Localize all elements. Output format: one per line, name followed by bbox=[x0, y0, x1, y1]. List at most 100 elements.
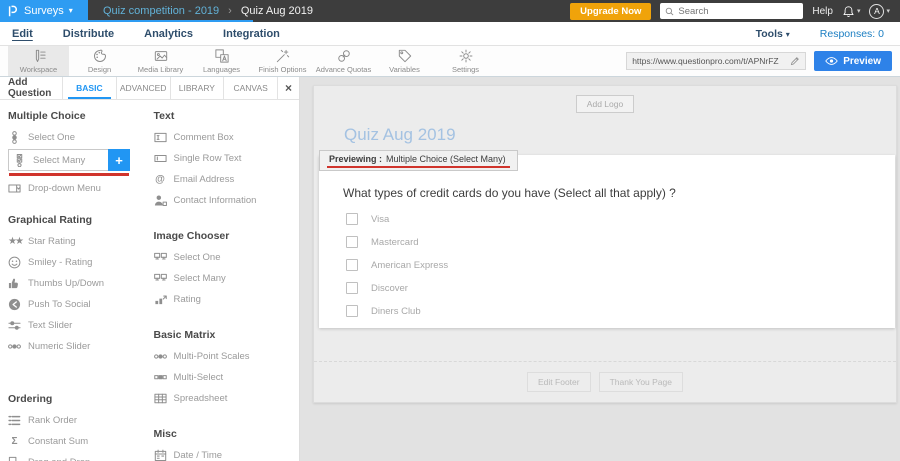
question-type-single-row-text[interactable]: Single Row Text bbox=[154, 148, 300, 169]
question-type-image-select-one[interactable]: Select One bbox=[154, 247, 300, 268]
survey-footer-zone: Edit Footer Thank You Page bbox=[314, 361, 896, 402]
tab-advanced[interactable]: ADVANCED bbox=[116, 77, 170, 99]
answer-option-label: American Express bbox=[371, 260, 448, 271]
question-type-smiley-rating[interactable]: Smiley - Rating bbox=[8, 252, 154, 273]
survey-title[interactable]: Quiz Aug 2019 bbox=[344, 125, 896, 145]
question-type-constant-sum[interactable]: Σ Constant Sum bbox=[8, 431, 154, 452]
checkbox-list-icon bbox=[13, 154, 26, 167]
edit-pencil-icon[interactable] bbox=[790, 56, 800, 66]
checkbox[interactable] bbox=[346, 213, 358, 225]
edit-footer-button[interactable]: Edit Footer bbox=[527, 372, 591, 392]
notifications-menu[interactable]: ▾ bbox=[842, 5, 861, 18]
share-url-input[interactable] bbox=[632, 56, 786, 66]
question-type-numeric-slider[interactable]: Numeric Slider bbox=[8, 336, 154, 357]
tab-library[interactable]: LIBRARY bbox=[170, 77, 224, 99]
question-type-push-to-social[interactable]: Push To Social bbox=[8, 294, 154, 315]
tools-menu[interactable]: Tools ▾ bbox=[756, 28, 790, 40]
tab-canvas[interactable]: CANVAS bbox=[223, 77, 277, 99]
breadcrumb-parent[interactable]: Quiz competition - 2019 bbox=[103, 5, 219, 17]
checkbox[interactable] bbox=[346, 259, 358, 271]
tab-edit[interactable]: Edit bbox=[12, 28, 33, 40]
section-misc: Misc Date / Time Captc bbox=[154, 428, 300, 461]
search-box[interactable] bbox=[660, 3, 803, 19]
section-header: Misc bbox=[154, 428, 300, 440]
section-basic-matrix: Basic Matrix Multi-Point Scales Multi-S bbox=[154, 329, 300, 409]
column-1: Multiple Choice Select One bbox=[8, 102, 154, 461]
answer-option-label: Discover bbox=[371, 283, 408, 294]
upgrade-now-button[interactable]: Upgrade Now bbox=[570, 3, 651, 20]
tab-basic[interactable]: BASIC bbox=[62, 77, 116, 99]
question-type-drag-and-drop[interactable]: Drag and Drop bbox=[8, 452, 154, 461]
thumbs-up-icon bbox=[8, 277, 21, 290]
multi-point-scales-icon bbox=[154, 350, 167, 363]
surveys-menu[interactable]: Surveys ▾ bbox=[0, 0, 88, 22]
column-2: Text Comment Box Single Row Text bbox=[154, 102, 300, 461]
smiley-icon bbox=[8, 256, 21, 269]
checkbox[interactable] bbox=[346, 305, 358, 317]
preview-button[interactable]: Preview bbox=[814, 51, 892, 71]
account-menu[interactable]: A ▾ bbox=[869, 4, 890, 19]
responses-count[interactable]: Responses: 0 bbox=[820, 28, 884, 40]
toolbar-item-media-library[interactable]: Media Library bbox=[130, 46, 191, 76]
avatar: A bbox=[869, 4, 884, 19]
section-multiple-choice: Multiple Choice Select One bbox=[8, 110, 154, 199]
tab-distribute[interactable]: Distribute bbox=[63, 28, 114, 40]
toolbar-item-variables[interactable]: Variables bbox=[374, 46, 435, 76]
question-type-image-rating[interactable]: Rating bbox=[154, 289, 300, 310]
search-input[interactable] bbox=[678, 6, 798, 17]
search-icon bbox=[665, 7, 674, 16]
close-icon[interactable]: × bbox=[277, 77, 299, 99]
thank-you-page-button[interactable]: Thank You Page bbox=[599, 372, 683, 392]
toolbar-item-languages[interactable]: Languages bbox=[191, 46, 252, 76]
palette-icon bbox=[93, 49, 107, 63]
question-type-text-slider[interactable]: Text Slider bbox=[8, 315, 154, 336]
tab-integration[interactable]: Integration bbox=[223, 28, 280, 40]
toolbar-item-design[interactable]: Design bbox=[69, 46, 130, 76]
caret-down-icon: ▾ bbox=[857, 7, 861, 15]
tab-analytics[interactable]: Analytics bbox=[144, 28, 193, 40]
question-type-date-time[interactable]: Date / Time bbox=[154, 445, 300, 461]
panel-header: Add Question BASIC ADVANCED LIBRARY CANV… bbox=[0, 77, 299, 100]
toolbar-item-settings[interactable]: Settings bbox=[435, 46, 496, 76]
question-type-multi-select[interactable]: Multi-Select bbox=[154, 367, 300, 388]
section-header: Basic Matrix bbox=[154, 329, 300, 341]
question-type-rank-order[interactable]: Rank Order bbox=[8, 410, 154, 431]
question-type-contact-information[interactable]: Contact Information bbox=[154, 190, 300, 211]
question-type-thumbs-up-down[interactable]: Thumbs Up/Down bbox=[8, 273, 154, 294]
question-type-multi-point-scales[interactable]: Multi-Point Scales bbox=[154, 346, 300, 367]
contact-person-icon bbox=[154, 194, 167, 207]
chain-links-icon bbox=[337, 49, 351, 63]
question-type-comment-box[interactable]: Comment Box bbox=[154, 127, 300, 148]
toolbar-item-finish-options[interactable]: Finish Options bbox=[252, 46, 313, 76]
answer-option: Discover bbox=[346, 282, 895, 294]
toolbar-item-workspace[interactable]: Workspace bbox=[8, 46, 69, 76]
share-icon bbox=[8, 298, 21, 311]
checkbox[interactable] bbox=[346, 236, 358, 248]
surveys-menu-label: Surveys bbox=[24, 5, 64, 17]
share-url-box[interactable] bbox=[626, 52, 806, 70]
answer-option-label: Diners Club bbox=[371, 306, 421, 317]
add-logo-button[interactable]: Add Logo bbox=[576, 95, 634, 113]
multi-select-icon bbox=[154, 371, 167, 384]
tag-icon bbox=[398, 49, 412, 63]
eye-icon bbox=[825, 56, 838, 66]
answer-option-label: Visa bbox=[371, 214, 389, 225]
question-type-star-rating[interactable]: ★★ Star Rating bbox=[8, 231, 154, 252]
question-type-drop-down-menu[interactable]: Drop-down Menu bbox=[8, 178, 154, 199]
caret-down-icon: ▾ bbox=[69, 7, 73, 15]
checkbox[interactable] bbox=[346, 282, 358, 294]
previewing-value: Multiple Choice (Select Many) bbox=[386, 154, 506, 164]
question-type-spreadsheet[interactable]: Spreadsheet bbox=[154, 388, 300, 409]
answer-option: Visa bbox=[346, 213, 895, 225]
question-type-email-address[interactable]: @ Email Address bbox=[154, 169, 300, 190]
at-sign-icon: @ bbox=[154, 175, 167, 185]
add-question-button[interactable]: + bbox=[108, 149, 130, 171]
help-link[interactable]: Help bbox=[812, 6, 833, 17]
question-type-select-one[interactable]: Select One bbox=[8, 127, 154, 148]
question-type-image-select-many[interactable]: Select Many bbox=[154, 268, 300, 289]
monitor-pair-icon bbox=[154, 251, 167, 264]
question-type-select-many[interactable]: Select Many + bbox=[8, 149, 130, 171]
add-logo-row: Add Logo bbox=[314, 95, 896, 113]
toolbar-item-advance-quotas[interactable]: Advance Quotas bbox=[313, 46, 374, 76]
add-question-panel: Add Question BASIC ADVANCED LIBRARY CANV… bbox=[0, 77, 300, 461]
